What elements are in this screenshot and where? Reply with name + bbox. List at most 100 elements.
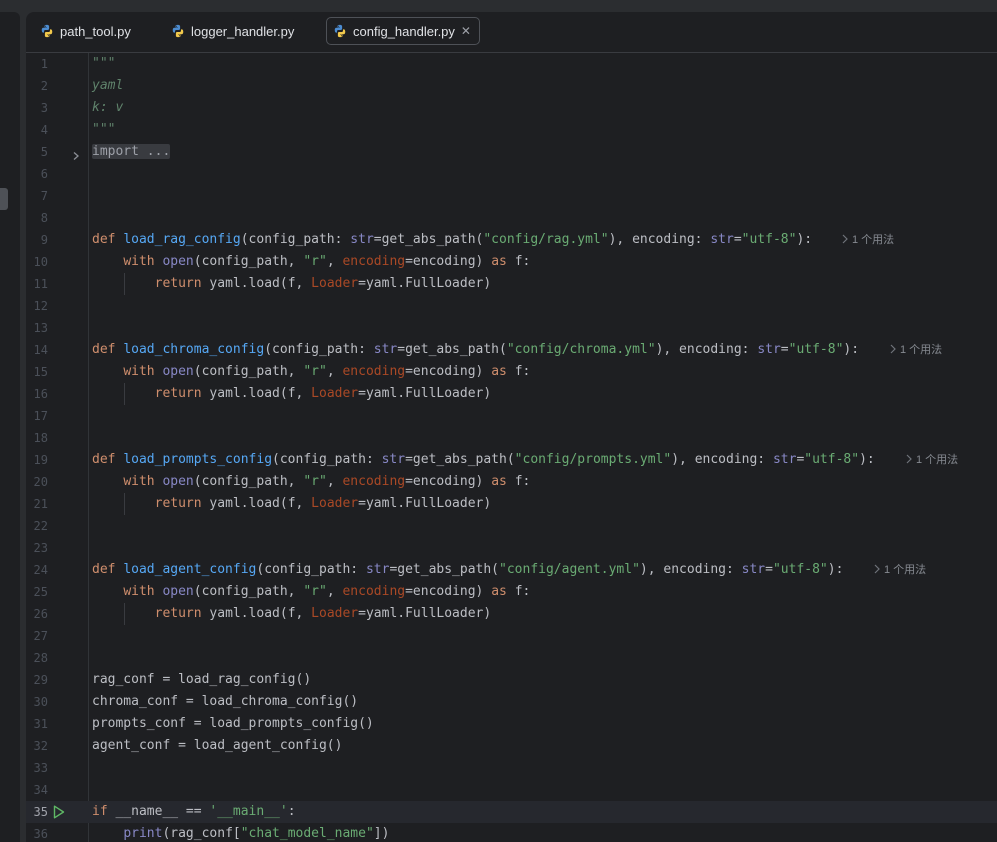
code-token: , bbox=[326, 584, 343, 599]
code-line[interactable]: 34 bbox=[26, 779, 997, 801]
code-text: def load_prompts_config(config_path: str… bbox=[92, 449, 875, 471]
code-text: prompts_conf = load_prompts_config() bbox=[92, 713, 374, 735]
code-text: """ bbox=[92, 53, 115, 75]
code-line[interactable]: 19 def load_prompts_config(config_path: s… bbox=[26, 449, 997, 471]
code-line[interactable]: 7 bbox=[26, 185, 997, 207]
python-file-icon bbox=[40, 24, 60, 38]
code-token: """ bbox=[92, 56, 116, 71]
usages-hint[interactable]: 1 个用法 bbox=[872, 563, 926, 577]
code-line[interactable]: 3 k: v bbox=[26, 97, 997, 119]
usages-hint[interactable]: 1 个用法 bbox=[888, 343, 942, 357]
side-panel-marker[interactable] bbox=[0, 188, 8, 210]
code-token: f: bbox=[514, 364, 531, 379]
code-line[interactable]: 24 def load_agent_config(config_path: str… bbox=[26, 559, 997, 581]
code-line[interactable]: 26 return yaml.load(f, Loader=yaml.FullL… bbox=[26, 603, 997, 625]
code-text: with open(config_path, "r", encoding=enc… bbox=[92, 361, 530, 383]
code-text: return yaml.load(f, Loader=yaml.FullLoad… bbox=[92, 603, 492, 625]
code-token: (config_path: bbox=[256, 562, 366, 577]
python-file-icon bbox=[333, 24, 353, 38]
code-token: return bbox=[154, 386, 210, 401]
tab-path-tool[interactable]: path_tool.py bbox=[34, 17, 139, 45]
code-line[interactable]: 13 bbox=[26, 317, 997, 339]
tab-logger-handler[interactable]: logger_handler.py bbox=[165, 17, 302, 45]
code-area[interactable]: 1 """ 2 yaml 3 k: v 4 """ 5 import ... 6 7 8 9 def loa… bbox=[26, 53, 997, 842]
code-text: with open(config_path, "r", encoding=enc… bbox=[92, 251, 530, 273]
code-line[interactable]: 36 print(rag_conf["chat_model_name"]) bbox=[26, 823, 997, 842]
code-text: k: v bbox=[92, 97, 123, 119]
close-icon[interactable]: ✕ bbox=[461, 24, 471, 38]
code-token: , bbox=[326, 474, 343, 489]
usages-hint[interactable]: 1 个用法 bbox=[904, 453, 958, 467]
usage-icon bbox=[888, 344, 900, 356]
code-line[interactable]: 16 return yaml.load(f, Loader=yaml.FullL… bbox=[26, 383, 997, 405]
code-line[interactable]: 11 return yaml.load(f, Loader=yaml.FullL… bbox=[26, 273, 997, 295]
code-token: (config_path: bbox=[240, 232, 351, 247]
code-token: =yaml.FullLoader) bbox=[358, 496, 492, 511]
code-token: encoding bbox=[342, 254, 406, 269]
code-line[interactable]: 27 bbox=[26, 625, 997, 647]
code-line[interactable]: 6 bbox=[26, 163, 997, 185]
code-line[interactable]: 30 chroma_conf = load_chroma_config() bbox=[26, 691, 997, 713]
tab-config-handler[interactable]: config_handler.py ✕ bbox=[326, 17, 480, 45]
code-line[interactable]: 2 yaml bbox=[26, 75, 997, 97]
code-line[interactable]: 12 bbox=[26, 295, 997, 317]
code-line[interactable]: 9 def load_rag_config(config_path: str=ge… bbox=[26, 229, 997, 251]
usages-hint-label: 1 个用法 bbox=[900, 344, 943, 356]
usages-hint[interactable]: 1 个用法 bbox=[840, 233, 894, 247]
code-line[interactable]: 15 with open(config_path, "r", encoding=… bbox=[26, 361, 997, 383]
code-line[interactable]: 4 """ bbox=[26, 119, 997, 141]
code-token: def bbox=[92, 342, 124, 357]
code-line[interactable]: 1 """ bbox=[26, 53, 997, 75]
code-token: ), encoding: bbox=[608, 232, 711, 247]
code-line[interactable]: 14 def load_chroma_config(config_path: st… bbox=[26, 339, 997, 361]
code-line[interactable]: 25 with open(config_path, "r", encoding=… bbox=[26, 581, 997, 603]
code-token: open bbox=[162, 584, 194, 599]
code-token: =yaml.FullLoader) bbox=[358, 606, 492, 621]
code-text: if __name__ == '__main__': bbox=[92, 801, 296, 823]
line-number: 23 bbox=[33, 541, 48, 555]
code-line[interactable]: 23 bbox=[26, 537, 997, 559]
tab-label: logger_handler.py bbox=[191, 23, 295, 39]
code-text: chroma_conf = load_chroma_config() bbox=[92, 691, 358, 713]
line-number: 15 bbox=[33, 365, 48, 379]
code-line[interactable]: 33 bbox=[26, 757, 997, 779]
code-token: def bbox=[92, 232, 124, 247]
code-token: Loader bbox=[311, 606, 359, 621]
code-token: , bbox=[326, 254, 343, 269]
code-text: return yaml.load(f, Loader=yaml.FullLoad… bbox=[92, 273, 492, 295]
code-token: ]) bbox=[373, 826, 390, 841]
folded-imports[interactable]: import ... bbox=[92, 144, 171, 159]
code-line[interactable]: 32 agent_conf = load_agent_config() bbox=[26, 735, 997, 757]
code-line[interactable]: 8 bbox=[26, 207, 997, 229]
code-token: str bbox=[365, 562, 390, 577]
code-line[interactable]: 29 rag_conf = load_rag_config() bbox=[26, 669, 997, 691]
code-line[interactable]: 22 bbox=[26, 515, 997, 537]
code-token: , bbox=[326, 364, 343, 379]
code-token: k: v bbox=[92, 100, 124, 115]
code-token: = bbox=[780, 342, 789, 357]
code-token: str bbox=[381, 452, 406, 467]
code-text: """ bbox=[92, 119, 115, 141]
code-line[interactable]: 5 import ... bbox=[26, 141, 997, 163]
code-text: with open(config_path, "r", encoding=enc… bbox=[92, 581, 530, 603]
code-token: as bbox=[491, 584, 515, 599]
code-line[interactable]: 17 bbox=[26, 405, 997, 427]
code-token: "utf-8" bbox=[788, 342, 844, 357]
code-line[interactable]: 21 return yaml.load(f, Loader=yaml.FullL… bbox=[26, 493, 997, 515]
line-number: 35 bbox=[33, 805, 48, 819]
code-line[interactable]: 28 bbox=[26, 647, 997, 669]
code-line[interactable]: 20 with open(config_path, "r", encoding=… bbox=[26, 471, 997, 493]
code-line[interactable]: 35 if __name__ == '__main__': bbox=[26, 801, 997, 823]
line-number: 28 bbox=[33, 651, 48, 665]
usage-icon bbox=[840, 234, 852, 246]
code-line[interactable]: 18 bbox=[26, 427, 997, 449]
code-token: Loader bbox=[311, 496, 359, 511]
code-token: =get_abs_path( bbox=[389, 562, 500, 577]
code-line[interactable]: 10 with open(config_path, "r", encoding=… bbox=[26, 251, 997, 273]
code-line[interactable]: 31 prompts_conf = load_prompts_config() bbox=[26, 713, 997, 735]
code-token: yaml bbox=[92, 78, 124, 93]
